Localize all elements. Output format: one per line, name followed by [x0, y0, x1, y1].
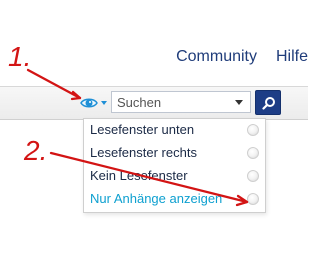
eye-icon — [80, 98, 107, 108]
nav-link-help[interactable]: Hilfe — [276, 45, 308, 69]
menu-item-label: Nur Anhänge anzeigen — [90, 191, 223, 206]
chevron-down-icon — [101, 101, 107, 105]
search-options-chevron-down-icon[interactable] — [235, 100, 243, 105]
top-navigation: Community Hilfe — [176, 45, 308, 69]
radio-button[interactable] — [247, 170, 259, 182]
menu-item-no-reading-pane[interactable]: Kein Lesefenster — [84, 165, 267, 187]
reading-pane-toggle[interactable] — [80, 95, 108, 111]
search-input[interactable] — [112, 92, 235, 112]
menu-item-label: Lesefenster unten — [90, 122, 195, 137]
search-box — [111, 91, 251, 113]
radio-button[interactable] — [247, 147, 259, 159]
annotation-marker-1: 1. — [8, 41, 31, 72]
menu-item-label: Lesefenster rechts — [90, 145, 197, 160]
radio-button[interactable] — [247, 193, 259, 205]
menu-item-reading-pane-bottom[interactable]: Lesefenster unten — [84, 119, 267, 141]
nav-link-community[interactable]: Community — [176, 45, 257, 69]
search-icon — [262, 97, 275, 110]
radio-button[interactable] — [247, 124, 259, 136]
menu-item-attachments-only[interactable]: Nur Anhänge anzeigen — [84, 188, 267, 210]
menu-item-reading-pane-right[interactable]: Lesefenster rechts — [84, 142, 267, 164]
page: Community Hilfe Lesefenster unten — [0, 0, 308, 253]
reading-pane-menu: Lesefenster unten Lesefenster rechts Kei… — [83, 118, 266, 213]
search-button[interactable] — [255, 90, 281, 115]
annotation-marker-2: 2. — [23, 135, 47, 166]
menu-item-label: Kein Lesefenster — [90, 168, 188, 183]
toolbar — [0, 86, 308, 120]
